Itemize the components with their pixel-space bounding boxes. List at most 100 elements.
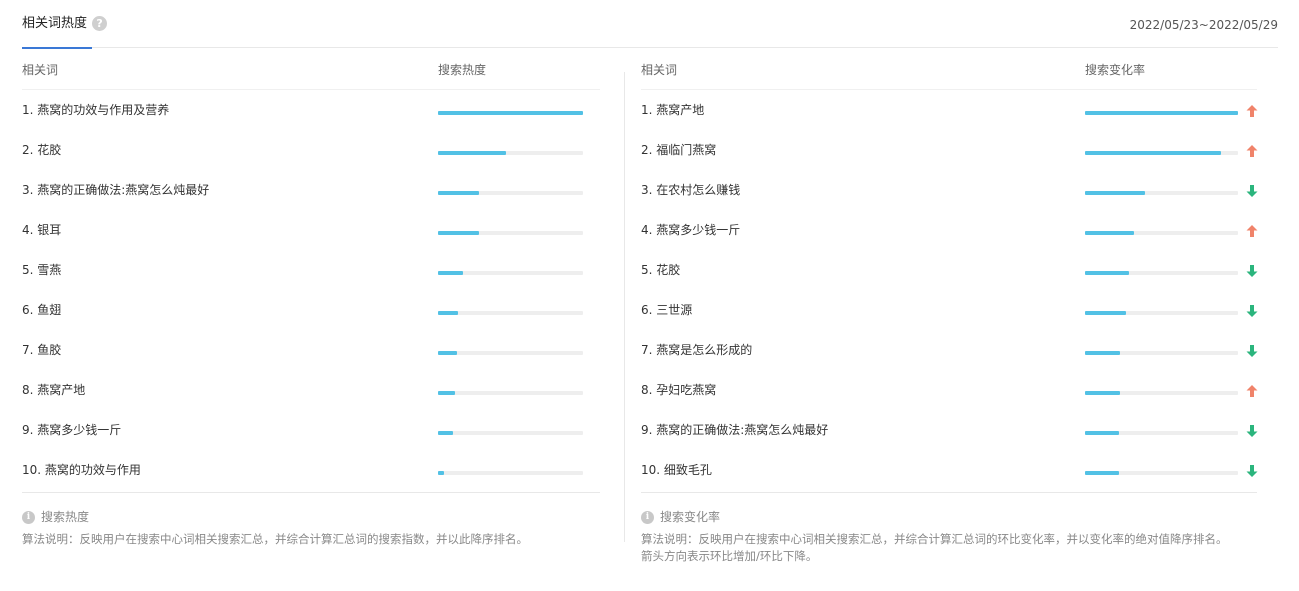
bar-fill (1085, 151, 1222, 155)
list-item[interactable]: 6. 三世源 (641, 290, 1258, 330)
search-change-rate-panel: 相关词 搜索变化率 1. 燕窝产地 2. 福临门燕窝 3. 在农村怎么赚钱 4. 燕窝… (641, 48, 1258, 493)
bar-fill (1085, 351, 1121, 355)
bar-track (438, 191, 583, 195)
list-item[interactable]: 1. 燕窝产地 (641, 90, 1258, 130)
related-term[interactable]: 2. 花胶 (22, 142, 61, 158)
tab-related-term-heat[interactable]: 相关词热度 ? (22, 14, 108, 49)
list-item[interactable]: 8. 燕窝产地 (22, 370, 600, 410)
bar-fill (438, 431, 453, 435)
related-term[interactable]: 10. 细致毛孔 (641, 462, 712, 478)
related-term[interactable]: 3. 在农村怎么赚钱 (641, 182, 740, 198)
bar-track (438, 391, 583, 395)
bar-track (1085, 191, 1238, 195)
related-term[interactable]: 8. 孕妇吃燕窝 (641, 382, 716, 398)
related-term[interactable]: 8. 燕窝产地 (22, 382, 85, 398)
question-mark-icon[interactable]: ? (92, 16, 108, 31)
related-term[interactable]: 4. 银耳 (22, 222, 61, 238)
search-heat-list: 1. 燕窝的功效与作用及营养 2. 花胶 3. 燕窝的正确做法:燕窝怎么炖最好 4. … (22, 90, 600, 490)
list-item[interactable]: 10. 细致毛孔 (641, 450, 1258, 490)
related-term[interactable]: 1. 燕窝产地 (641, 102, 704, 118)
bar-track (438, 311, 583, 315)
arrow-description: 箭头方向表示环比增加/环比下降。 (641, 549, 818, 563)
tab-label: 相关词热度 (22, 16, 88, 31)
bar-track (1085, 391, 1238, 395)
change-rate-note: i 搜索变化率 算法说明：反映用户在搜索中心词相关搜索汇总，并综合计算汇总词的环… (641, 509, 1271, 565)
related-term[interactable]: 10. 燕窝的功效与作用 (22, 462, 141, 478)
bar-fill (438, 471, 444, 475)
related-term[interactable]: 9. 燕窝的正确做法:燕窝怎么炖最好 (641, 422, 828, 438)
change-rate-list: 1. 燕窝产地 2. 福临门燕窝 3. 在农村怎么赚钱 4. 燕窝多少钱一斤 5. 花胶… (641, 90, 1258, 490)
arrow-down-icon (1246, 345, 1258, 357)
bar-track (438, 151, 583, 155)
related-term[interactable]: 7. 鱼胶 (22, 342, 61, 358)
bar-track (1085, 311, 1238, 315)
search-heat-note: i 搜索热度 算法说明：反映用户在搜索中心词相关搜索汇总，并综合计算汇总词的搜索… (22, 509, 600, 548)
related-term[interactable]: 4. 燕窝多少钱一斤 (641, 222, 740, 238)
arrow-up-icon (1246, 385, 1258, 397)
list-item[interactable]: 3. 在农村怎么赚钱 (641, 170, 1258, 210)
arrow-down-icon (1246, 465, 1258, 477)
note-title: 搜索热度 (41, 510, 90, 524)
bar-fill (1085, 271, 1130, 275)
related-term[interactable]: 6. 鱼翅 (22, 302, 61, 318)
bar-track (1085, 271, 1238, 275)
bar-track (1085, 231, 1238, 235)
list-item[interactable]: 2. 花胶 (22, 130, 600, 170)
arrow-down-icon (1246, 425, 1258, 437)
arrow-down-icon (1246, 305, 1258, 317)
list-item[interactable]: 10. 燕窝的功效与作用 (22, 450, 600, 490)
column-header-term: 相关词 (22, 63, 59, 77)
list-item[interactable]: 3. 燕窝的正确做法:燕窝怎么炖最好 (22, 170, 600, 210)
bar-fill (438, 351, 457, 355)
related-term[interactable]: 5. 雪燕 (22, 262, 61, 278)
related-term[interactable]: 7. 燕窝是怎么形成的 (641, 342, 752, 358)
bar-track (438, 271, 583, 275)
list-item[interactable]: 7. 鱼胶 (22, 330, 600, 370)
bar-track (1085, 351, 1238, 355)
related-term[interactable]: 5. 花胶 (641, 262, 680, 278)
panel-header: 相关词热度 ? 2022/05/23~2022/05/29 (22, 0, 1278, 49)
arrow-up-icon (1246, 225, 1258, 237)
bar-track (438, 111, 583, 115)
bar-fill (438, 311, 459, 315)
bar-track (438, 351, 583, 355)
bar-track (1085, 471, 1238, 475)
related-term[interactable]: 3. 燕窝的正确做法:燕窝怎么炖最好 (22, 182, 209, 198)
date-range: 2022/05/23~2022/05/29 (1129, 18, 1278, 32)
related-term[interactable]: 2. 福临门燕窝 (641, 142, 716, 158)
list-item[interactable]: 4. 燕窝多少钱一斤 (641, 210, 1258, 250)
column-header-term: 相关词 (641, 63, 678, 77)
note-title: 搜索变化率 (660, 510, 721, 524)
bar-fill (1085, 191, 1145, 195)
bar-track (1085, 431, 1238, 435)
table-header: 相关词 搜索变化率 (641, 48, 1257, 90)
algorithm-description: 算法说明：反映用户在搜索中心词相关搜索汇总，并综合计算汇总词的搜索指数，并以此降… (22, 532, 528, 546)
arrow-up-icon (1246, 105, 1258, 117)
related-term[interactable]: 9. 燕窝多少钱一斤 (22, 422, 121, 438)
list-item[interactable]: 2. 福临门燕窝 (641, 130, 1258, 170)
bar-fill (438, 391, 456, 395)
bar-fill (1085, 311, 1127, 315)
list-item[interactable]: 8. 孕妇吃燕窝 (641, 370, 1258, 410)
bar-track (1085, 151, 1238, 155)
bar-fill (438, 191, 479, 195)
bar-track (438, 431, 583, 435)
list-item[interactable]: 4. 银耳 (22, 210, 600, 250)
list-item[interactable]: 5. 雪燕 (22, 250, 600, 290)
bar-track (1085, 111, 1238, 115)
list-item[interactable]: 6. 鱼翅 (22, 290, 600, 330)
vertical-divider (624, 72, 625, 542)
bar-fill (438, 151, 507, 155)
list-item[interactable]: 9. 燕窝多少钱一斤 (22, 410, 600, 450)
list-item[interactable]: 5. 花胶 (641, 250, 1258, 290)
list-item[interactable]: 9. 燕窝的正确做法:燕窝怎么炖最好 (641, 410, 1258, 450)
column-header-search-heat: 搜索热度 (438, 63, 487, 77)
list-item[interactable]: 1. 燕窝的功效与作用及营养 (22, 90, 600, 130)
divider (641, 492, 1257, 493)
related-term[interactable]: 1. 燕窝的功效与作用及营养 (22, 102, 169, 118)
info-icon: i (641, 510, 654, 524)
column-header-change-rate: 搜索变化率 (1085, 63, 1146, 77)
list-item[interactable]: 7. 燕窝是怎么形成的 (641, 330, 1258, 370)
related-term[interactable]: 6. 三世源 (641, 302, 692, 318)
bar-fill (438, 231, 479, 235)
